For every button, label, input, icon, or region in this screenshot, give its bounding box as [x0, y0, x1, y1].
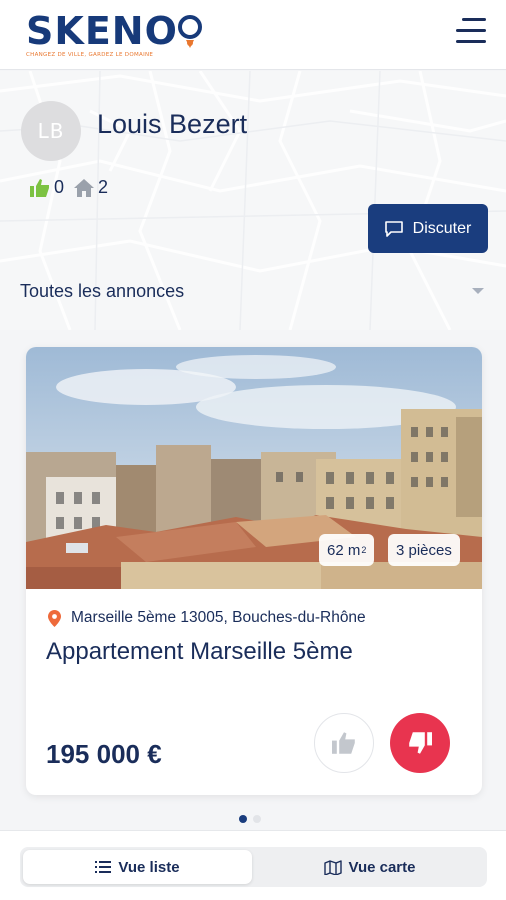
map-view-button[interactable]: Vue carte: [255, 850, 484, 884]
list-view-label: Vue liste: [118, 858, 180, 876]
area-value: 62 m: [327, 541, 361, 559]
list-view-button[interactable]: Vue liste: [23, 850, 252, 884]
filter-selected-value: Toutes les annonces: [20, 280, 185, 301]
chat-bubble-icon: [384, 220, 403, 237]
rooms-badge: 3 pièces: [388, 534, 460, 566]
listing-card[interactable]: 62 m2 3 pièces Marseille 5ème 13005, Bou…: [26, 347, 482, 795]
home-icon: [74, 178, 95, 197]
map-icon: [323, 860, 342, 875]
listing-location: Marseille 5ème 13005, Bouches-du-Rhône: [48, 609, 366, 627]
homes-count: 2: [98, 177, 109, 197]
dislike-button[interactable]: [390, 713, 450, 773]
profile-section: LB Louis Bezert 0 2 Discuter Toutes les …: [0, 71, 506, 330]
skeno-logo[interactable]: SKENO CHANGEZ DE VILLE, GARDEZ LE DOMAIN…: [26, 9, 202, 60]
homes-stat: 2: [74, 177, 108, 198]
likes-count: 0: [54, 177, 65, 197]
list-icon: [95, 861, 112, 873]
like-button[interactable]: [314, 713, 374, 773]
listing-filter-select[interactable]: Toutes les annonces: [20, 276, 490, 306]
area-badge: 62 m2: [319, 534, 375, 566]
hamburger-menu-icon[interactable]: [456, 18, 486, 50]
user-stats: 0 2: [30, 177, 118, 198]
map-view-label: Vue carte: [348, 858, 416, 876]
thumbs-up-icon: [30, 178, 49, 197]
logo-text: SKENO: [26, 9, 178, 53]
listing-price: 195 000 €: [46, 739, 162, 769]
pagination-dot[interactable]: [253, 815, 261, 823]
location-text: Marseille 5ème 13005, Bouches-du-Rhône: [71, 609, 366, 626]
chat-button[interactable]: Discuter: [368, 204, 488, 253]
pagination-dot-active[interactable]: [239, 815, 247, 823]
bottom-bar: Vue liste Vue carte: [0, 830, 506, 900]
map-marker-icon: [48, 609, 61, 627]
area-unit-sup: 2: [361, 545, 367, 555]
user-name: Louis Bezert: [97, 109, 248, 139]
listing-title[interactable]: Appartement Marseille 5ème: [46, 638, 353, 666]
chevron-down-icon: [472, 288, 484, 294]
thumbs-up-icon: [332, 732, 355, 754]
likes-stat: 0: [30, 177, 64, 198]
app-header: SKENO CHANGEZ DE VILLE, GARDEZ LE DOMAIN…: [0, 0, 506, 70]
carousel-pagination: [239, 815, 267, 823]
thumbs-down-icon: [409, 732, 432, 754]
listing-photo: 62 m2 3 pièces: [26, 347, 482, 589]
location-pin-icon: [178, 15, 202, 48]
view-toggle: Vue liste Vue carte: [20, 847, 487, 887]
avatar: LB: [21, 101, 81, 161]
chat-button-label: Discuter: [412, 219, 472, 237]
